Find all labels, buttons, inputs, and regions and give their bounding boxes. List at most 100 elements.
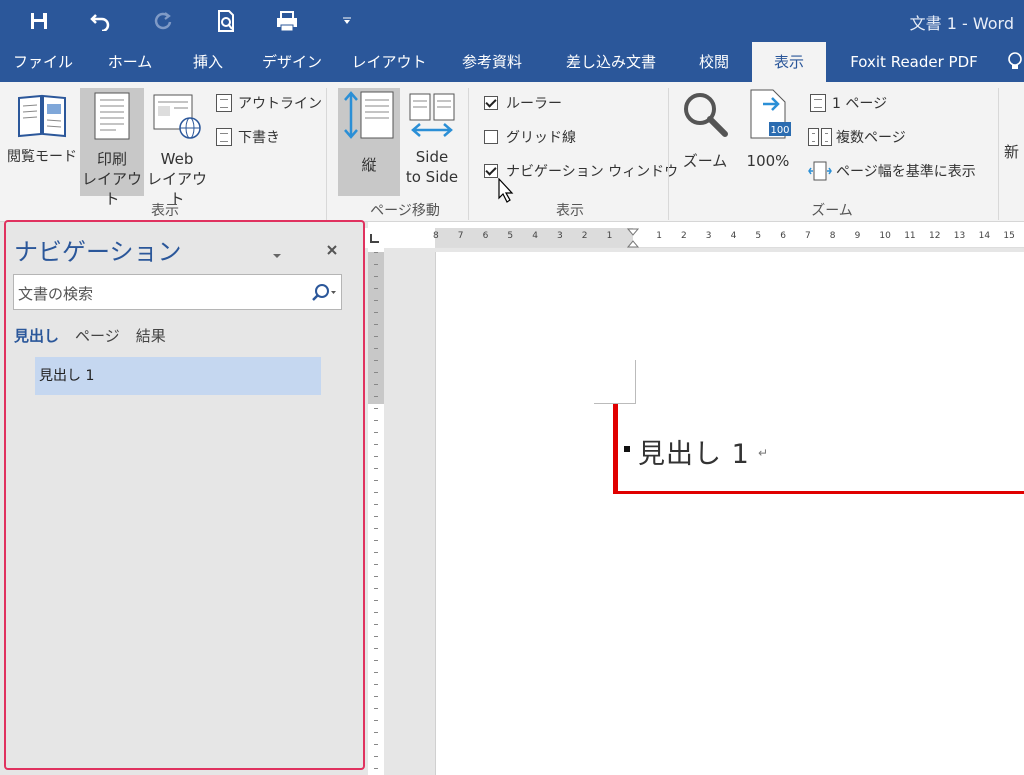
tab-layout[interactable]: レイアウト	[344, 42, 434, 82]
zoom-100-badge: 100	[770, 125, 789, 136]
zoom-button[interactable]: ズーム	[676, 88, 734, 176]
ruler-number: 13	[953, 231, 966, 241]
tab-view[interactable]: 表示	[752, 42, 826, 82]
ruler-number: 14	[978, 231, 991, 241]
ruler-number: 4	[532, 231, 538, 241]
side-to-side-label-2: to Side	[405, 168, 459, 186]
group-divider	[326, 88, 327, 220]
outline-button[interactable]: アウトライン	[216, 92, 322, 114]
ruler-check[interactable]	[484, 96, 498, 110]
group-divider	[998, 88, 999, 220]
multiple-pages-icon-2	[821, 128, 832, 146]
ribbon: 閲覧モード 印刷 レイアウト Web レイアウト アウトライン 下書き 表示 縦…	[0, 82, 1024, 222]
draft-label: 下書き	[238, 130, 280, 146]
ruler-number: 4	[730, 231, 737, 241]
heading-bullet	[624, 446, 630, 452]
ruler-number: 9	[854, 231, 861, 241]
document-page[interactable]	[435, 252, 1024, 775]
document-heading[interactable]: 見出し 1	[638, 432, 750, 471]
zoom-label: ズーム	[682, 152, 728, 170]
draft-icon	[216, 128, 232, 146]
gridlines-checkbox[interactable]: グリッド線	[484, 126, 576, 148]
ruler-number: 12	[929, 231, 941, 241]
tab-home[interactable]: ホーム	[94, 42, 166, 82]
zoom-100-icon: 100	[750, 89, 791, 139]
show-group-label: 表示	[556, 203, 584, 219]
crop-mark	[594, 360, 636, 404]
read-mode-button[interactable]: 閲覧モード	[6, 88, 78, 176]
ruler-checkbox[interactable]: ルーラー	[484, 92, 562, 114]
one-page-button[interactable]: 1 ページ	[810, 92, 887, 114]
ruler-number: 2	[681, 231, 687, 241]
customize-qat-icon[interactable]	[334, 8, 360, 34]
indent-marker-icon[interactable]	[627, 228, 639, 248]
tab-insert[interactable]: 挿入	[178, 42, 238, 82]
vertical-scroll-icon	[344, 91, 394, 139]
web-layout-icon	[153, 94, 201, 139]
ruler-number: 15	[1003, 231, 1015, 241]
read-mode-icon	[18, 94, 66, 138]
ruler-number: 3	[705, 231, 712, 241]
print-layout-label-1: 印刷	[96, 150, 127, 168]
navigation-pane-highlight	[4, 220, 365, 770]
vertical-ruler-ticks	[374, 252, 378, 775]
ruler-number: 2	[581, 231, 588, 241]
vertical-button[interactable]: 縦	[338, 88, 400, 196]
multiple-pages-button[interactable]: 複数ページ	[808, 126, 906, 148]
ruler-number: 7	[805, 231, 811, 241]
draft-button[interactable]: 下書き	[216, 126, 280, 148]
read-mode-label: 閲覧モード	[7, 149, 77, 165]
document-title: 文書 1 - Word	[909, 14, 1014, 33]
tab-design[interactable]: デザイン	[250, 42, 334, 82]
tab-selector[interactable]	[365, 228, 385, 248]
tab-foxit-reader-pdf[interactable]: Foxit Reader PDF	[838, 42, 990, 82]
title-bar: 文書 1 - Word	[0, 0, 1024, 42]
paragraph-mark-icon: ↵	[758, 446, 769, 460]
side-to-side-button[interactable]: Side to Side	[402, 88, 462, 196]
lightbulb-icon[interactable]	[1006, 42, 1024, 82]
views-group-label: 表示	[151, 203, 179, 219]
outline-icon	[216, 94, 232, 112]
quick-print-icon[interactable]	[274, 8, 300, 34]
tab-file[interactable]: ファイル	[5, 42, 81, 82]
undo-icon[interactable]	[88, 8, 114, 34]
tab-review[interactable]: 校閲	[684, 42, 744, 82]
print-layout-button[interactable]: 印刷 レイアウト	[80, 88, 144, 208]
tab-references[interactable]: 参考資料	[448, 42, 536, 82]
navigation-pane-check[interactable]	[484, 164, 498, 178]
tab-mailings[interactable]: 差し込み文書	[552, 42, 670, 82]
new-window-button[interactable]: 新	[1004, 142, 1024, 162]
save-icon[interactable]	[26, 8, 52, 34]
ruler-number: 7	[457, 231, 464, 241]
outline-label: アウトライン	[238, 96, 322, 112]
ruler-number: 5	[755, 231, 762, 241]
side-to-side-label-1: Side	[415, 148, 449, 166]
print-preview-icon[interactable]	[214, 8, 240, 34]
ruler-number: 10	[879, 231, 891, 241]
ruler-label: ルーラー	[506, 96, 562, 112]
ruler-number: 5	[507, 231, 514, 241]
multiple-pages-icon	[808, 128, 819, 146]
web-layout-button[interactable]: Web レイアウト	[146, 88, 208, 208]
page-width-icon	[808, 161, 832, 181]
ruler-number: 11	[904, 231, 916, 241]
gridlines-label: グリッド線	[506, 130, 576, 146]
redo-icon[interactable]	[150, 8, 176, 34]
one-page-label: 1 ページ	[832, 96, 888, 112]
zoom-group-label: ズーム	[811, 203, 853, 219]
gridlines-check[interactable]	[484, 130, 498, 144]
ruler-number: 6	[482, 231, 489, 241]
ruler-number: 1	[606, 231, 613, 241]
ruler-number: 8	[829, 231, 836, 241]
zoom-100-label: 100%	[746, 152, 790, 170]
vertical-ruler[interactable]	[368, 252, 384, 775]
horizontal-ruler[interactable]: 8 7 6 5 4 3 2 1 1 2 3 4 5 6 7 8 9 10 11 12 13 14 15	[433, 228, 1024, 248]
mouse-cursor-icon	[498, 178, 514, 203]
zoom-100-button[interactable]: 100 100%	[740, 88, 796, 176]
ruler-number: 1	[656, 231, 662, 241]
print-layout-icon	[94, 92, 130, 140]
page-movement-group-label: ページ移動	[370, 203, 440, 219]
page-width-button[interactable]: ページ幅を基準に表示	[808, 160, 976, 182]
ribbon-tabs: ファイル ホーム 挿入 デザイン レイアウト 参考資料 差し込み文書 校閲 表示…	[0, 42, 1024, 82]
multiple-pages-label: 複数ページ	[836, 130, 906, 146]
